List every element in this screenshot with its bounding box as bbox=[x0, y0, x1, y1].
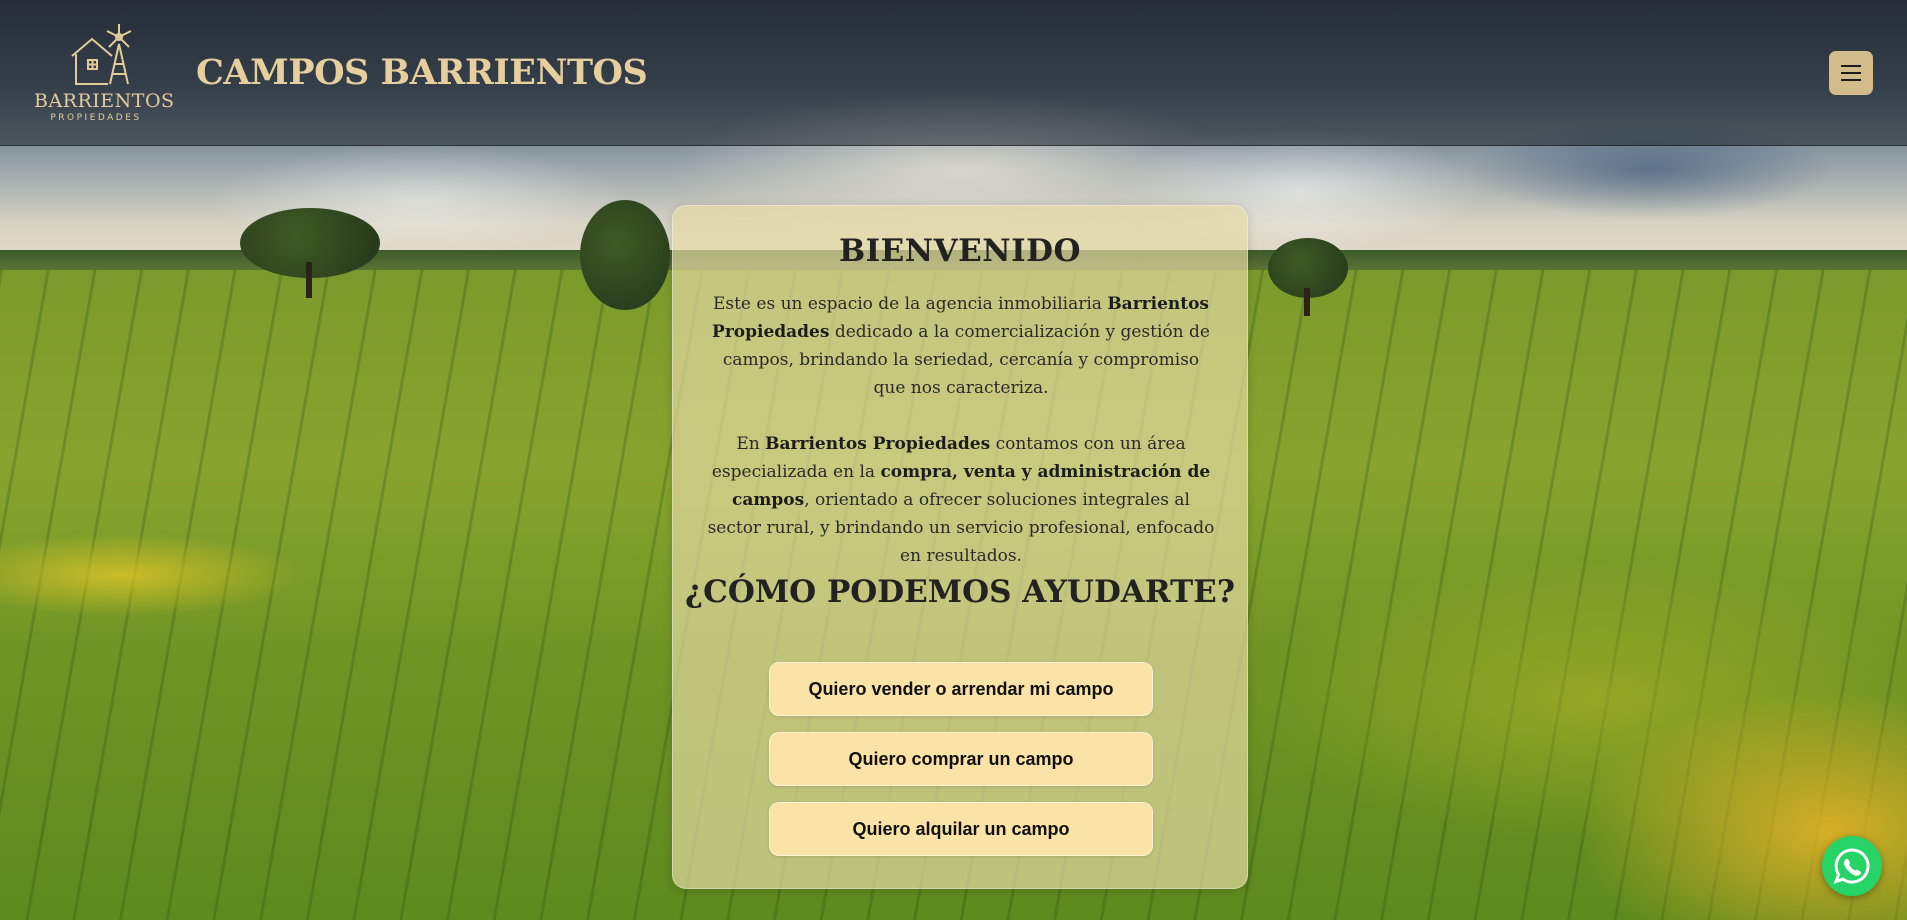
house-windmill-logo-icon bbox=[71, 24, 132, 85]
menu-toggle-button[interactable] bbox=[1829, 51, 1873, 95]
rent-field-button[interactable]: Quiero alquilar un campo bbox=[769, 802, 1153, 856]
site-title[interactable]: CAMPOS BARRIENTOS bbox=[196, 52, 648, 93]
help-title: ¿CÓMO PODEMOS AYUDARTE? bbox=[685, 574, 1235, 610]
buy-field-button[interactable]: Quiero comprar un campo bbox=[769, 732, 1153, 786]
site-header: BARRIENTOS PROPIEDADES CAMPOS BARRIENTOS bbox=[0, 0, 1907, 146]
brand-logo[interactable]: BARRIENTOS PROPIEDADES bbox=[34, 22, 175, 126]
logo-subtitle: PROPIEDADES bbox=[50, 113, 142, 123]
text: En bbox=[736, 434, 766, 454]
welcome-title: BIENVENIDO bbox=[838, 233, 1082, 269]
tree bbox=[580, 200, 670, 310]
tree-trunk bbox=[306, 262, 312, 298]
whatsapp-button[interactable] bbox=[1822, 836, 1882, 896]
sell-or-lease-button[interactable]: Quiero vender o arrendar mi campo bbox=[769, 662, 1153, 716]
logo-wordmark: BARRIENTOS bbox=[34, 90, 175, 112]
text: Este es un espacio de la agencia inmobil… bbox=[712, 294, 1108, 314]
whatsapp-icon bbox=[1833, 848, 1870, 884]
bold-text: Barrientos Propiedades bbox=[765, 434, 991, 454]
services-paragraph: En Barrientos Propiedades contamos con u… bbox=[707, 430, 1215, 570]
welcome-card: BIENVENIDO Este es un espacio de la agen… bbox=[672, 205, 1248, 889]
intro-paragraph: Este es un espacio de la agencia inmobil… bbox=[707, 290, 1215, 402]
tree-trunk bbox=[1304, 288, 1310, 316]
